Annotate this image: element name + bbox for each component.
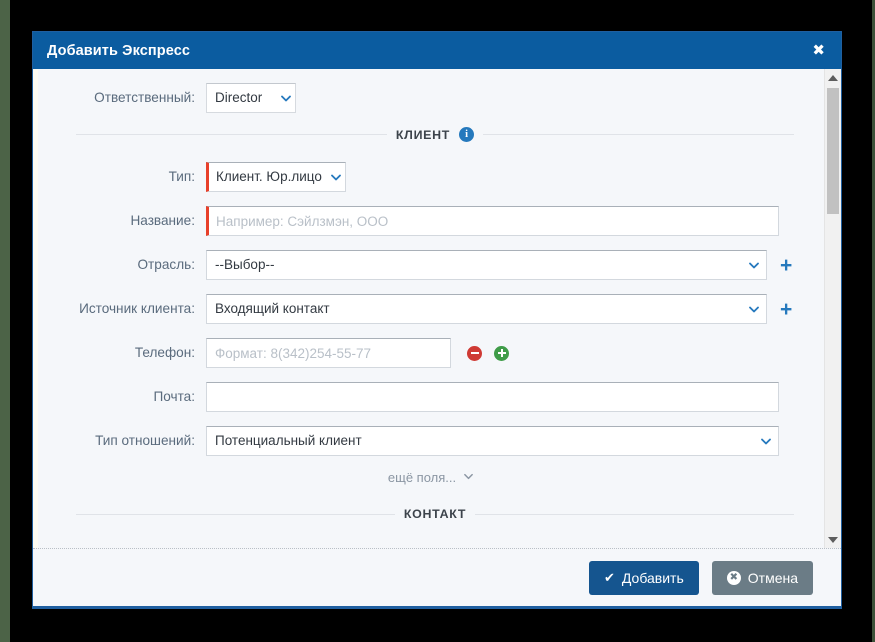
name-label: Название: (130, 213, 195, 228)
name-input[interactable] (206, 206, 779, 236)
divider-line-left (76, 513, 395, 515)
chevron-down-icon (749, 261, 760, 270)
field-row-client-source: Источник клиента: Входящий контакт + (38, 294, 794, 324)
type-label: Тип: (168, 169, 195, 184)
scroll-down-icon[interactable] (825, 531, 841, 548)
chevron-down-icon (331, 173, 341, 182)
submit-button[interactable]: ✔ Добавить (588, 560, 699, 595)
client-source-value: Входящий контакт (215, 301, 330, 316)
circle-minus-icon[interactable] (467, 345, 482, 361)
responsible-value: Director (215, 90, 263, 105)
vertical-scrollbar[interactable] (824, 69, 841, 548)
client-source-label: Источник клиента: (79, 301, 195, 316)
dialog-body: Ответственный: Director КЛИЕНТ i Тип: Кл… (33, 69, 841, 548)
field-row-name: Название: (38, 206, 794, 236)
add-client-source-icon[interactable]: + (778, 299, 794, 320)
divider-line-right (483, 134, 794, 135)
dialog-header: Добавить Экспресс ✖ (33, 32, 841, 69)
dialog-title: Добавить Экспресс (47, 42, 191, 59)
dialog-footer: ✔ Добавить ✖ Отмена (33, 548, 841, 606)
section-title-client: КЛИЕНТ (395, 127, 451, 142)
field-row-responsible: Ответственный: Director (38, 83, 794, 113)
section-divider-client: КЛИЕНТ i (38, 127, 794, 142)
field-row-phone: Телефон: (38, 338, 794, 368)
chevron-down-icon (463, 470, 474, 485)
desktop-background-left (0, 0, 10, 642)
circle-x-icon: ✖ (726, 570, 741, 585)
more-fields-label: ещё поля... (387, 470, 457, 485)
chevron-down-icon (749, 305, 760, 314)
field-row-type: Тип: Клиент. Юр.лицо (38, 162, 794, 192)
field-row-relation-type: Тип отношений: Потенциальный клиент (38, 426, 794, 456)
relation-type-value: Потенциальный клиент (215, 433, 362, 448)
section-title-contact: КОНТАКТ (403, 507, 467, 521)
phone-label: Телефон: (134, 345, 195, 360)
section-divider-contact: КОНТАКТ (38, 507, 795, 521)
industry-label: Отрасль: (137, 257, 195, 272)
responsible-label: Ответственный: (94, 90, 195, 105)
field-row-industry: Отрасль: --Выбор-- + (38, 250, 794, 280)
cancel-button[interactable]: ✖ Отмена (711, 560, 813, 595)
circle-plus-icon[interactable] (494, 345, 509, 361)
more-fields-row: ещё поля... (38, 470, 794, 485)
add-express-dialog: Добавить Экспресс ✖ Ответственный: Direc… (32, 31, 842, 609)
chevron-down-icon (281, 94, 291, 103)
responsible-select[interactable]: Director (206, 83, 296, 113)
form-scroll-area: Ответственный: Director КЛИЕНТ i Тип: Кл… (38, 69, 824, 548)
type-value: Клиент. Юр.лицо (216, 169, 322, 184)
cancel-button-label: Отмена (747, 569, 798, 586)
client-source-select[interactable]: Входящий контакт (206, 294, 768, 324)
industry-value: --Выбор-- (215, 257, 275, 272)
add-industry-icon[interactable]: + (778, 255, 794, 276)
divider-line-left (76, 134, 387, 135)
check-icon: ✔ (603, 570, 615, 585)
divider-line-right (475, 513, 795, 515)
chevron-down-icon (761, 437, 771, 446)
scrollbar-thumb[interactable] (827, 88, 839, 214)
relation-type-select[interactable]: Потенциальный клиент (206, 426, 779, 456)
more-fields-toggle[interactable]: ещё поля... (388, 470, 474, 485)
info-icon[interactable]: i (459, 127, 475, 142)
relation-type-label: Тип отношений: (95, 433, 195, 448)
submit-button-label: Добавить (621, 569, 684, 586)
email-input[interactable] (206, 382, 779, 412)
industry-select[interactable]: --Выбор-- (206, 250, 768, 280)
type-select[interactable]: Клиент. Юр.лицо (206, 162, 346, 192)
express-form: Ответственный: Director КЛИЕНТ i Тип: Кл… (38, 69, 824, 521)
close-icon[interactable]: ✖ (809, 41, 828, 60)
field-row-email: Почта: (38, 382, 794, 412)
scroll-up-icon[interactable] (825, 69, 841, 86)
email-label: Почта: (153, 389, 195, 404)
phone-input[interactable] (206, 338, 451, 368)
